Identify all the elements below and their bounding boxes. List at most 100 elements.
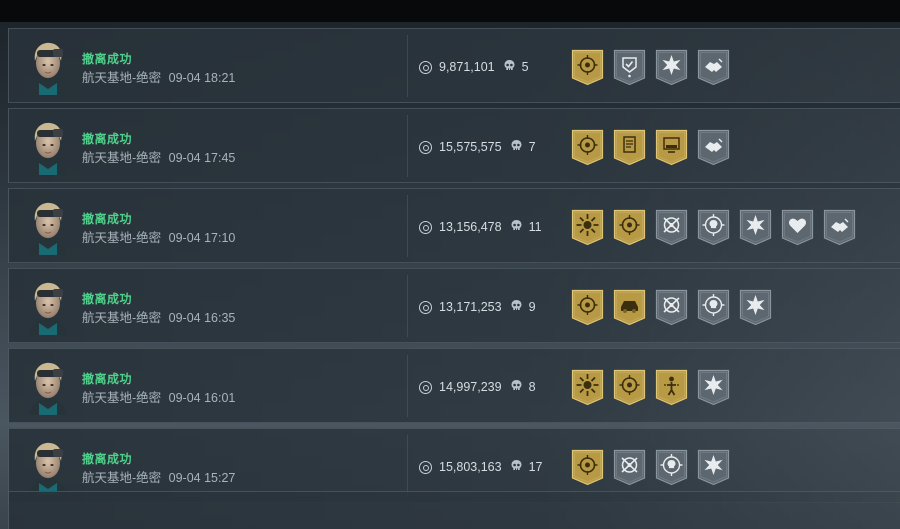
match-time: 09-04 16:01 — [168, 391, 236, 405]
match-meta: 航天基地-绝密 09-04 18:21 — [82, 67, 235, 86]
heart-icon[interactable] — [781, 209, 814, 246]
match-meta: 航天基地-绝密 09-04 17:45 — [82, 147, 235, 166]
operator-avatar — [23, 359, 73, 415]
crosshair-medal-icon[interactable] — [571, 449, 604, 486]
skull-icon — [510, 459, 523, 475]
kill-count: 7 — [528, 140, 536, 154]
operator-portrait-icon — [29, 282, 67, 335]
loot-value: 13,171,253 — [439, 300, 502, 314]
match-row[interactable]: 撤离成功 航天基地-绝密 09-04 16:01 14,997,239 8 — [8, 348, 900, 423]
medal-list — [571, 289, 772, 326]
medal-list — [571, 129, 730, 166]
handshake-icon[interactable] — [823, 209, 856, 246]
operator-portrait-icon — [29, 442, 67, 495]
burst-star-icon[interactable] — [655, 49, 688, 86]
loot-value: 13,156,478 — [439, 220, 502, 234]
match-meta: 航天基地-绝密 09-04 16:35 — [82, 307, 235, 326]
operator-portrait-icon — [29, 362, 67, 415]
row-divider — [407, 275, 408, 337]
map-mode-label: 航天基地-绝密 — [82, 311, 162, 325]
loot-summary: 15,803,163 17 — [419, 459, 542, 475]
row-divider — [407, 115, 408, 177]
match-meta: 航天基地-绝密 09-04 17:10 — [82, 227, 235, 246]
crossed-target-icon[interactable] — [655, 209, 688, 246]
extraction-status: 撤离成功 — [82, 132, 133, 146]
crosshair-medal-icon[interactable] — [571, 49, 604, 86]
operator-avatar — [23, 439, 73, 495]
match-meta: 航天基地-绝密 09-04 15:27 — [82, 467, 235, 486]
burst-star-icon[interactable] — [697, 449, 730, 486]
skull-icon — [510, 379, 523, 395]
operator-avatar — [23, 496, 73, 526]
operator-portrait-icon — [29, 202, 67, 255]
burst-star-icon[interactable] — [739, 289, 772, 326]
sun-burst-icon[interactable] — [571, 209, 604, 246]
row-divider — [407, 195, 408, 257]
operator-avatar — [23, 119, 73, 175]
operator-avatar — [23, 279, 73, 335]
skull-target-icon[interactable] — [655, 449, 688, 486]
skull-target-icon[interactable] — [697, 289, 730, 326]
kill-count: 9 — [528, 300, 536, 314]
loot-summary: 15,575,575 7 — [419, 139, 536, 155]
handshake-icon[interactable] — [697, 129, 730, 166]
match-time: 09-04 16:35 — [168, 311, 236, 325]
kill-count: 8 — [528, 380, 536, 394]
crossed-target-icon[interactable] — [655, 289, 688, 326]
skull-target-icon[interactable] — [697, 209, 730, 246]
kill-count: 5 — [521, 60, 529, 74]
match-time: 09-04 17:10 — [168, 231, 236, 245]
burst-star-icon[interactable] — [697, 369, 730, 406]
currency-icon — [419, 300, 432, 314]
medal-list — [571, 449, 730, 486]
top-bar — [0, 0, 900, 22]
sun-burst-icon[interactable] — [571, 369, 604, 406]
map-mode-label: 航天基地-绝密 — [82, 391, 162, 405]
loot-value: 15,575,575 — [439, 140, 502, 154]
kill-count: 17 — [528, 460, 543, 474]
loot-value: 14,997,239 — [439, 380, 502, 394]
map-mode-label: 航天基地-绝密 — [82, 231, 162, 245]
match-row[interactable]: 撤离成功 航天基地-绝密 09-04 18:21 9,871,101 5 — [8, 28, 900, 103]
operator-avatar — [23, 39, 73, 95]
match-row[interactable]: 撤离成功 航天基地-绝密 09-04 17:45 15,575,575 7 — [8, 108, 900, 183]
crosshair-medal-icon[interactable] — [571, 289, 604, 326]
loot-value: 15,803,163 — [439, 460, 502, 474]
skull-icon — [503, 59, 516, 75]
operator-portrait-icon — [29, 122, 67, 175]
monitor-icon[interactable] — [655, 129, 688, 166]
skull-icon — [510, 139, 523, 155]
row-divider — [407, 355, 408, 417]
extraction-status: 撤离成功 — [82, 52, 133, 66]
operator-avatar — [23, 199, 73, 255]
handshake-icon[interactable] — [697, 49, 730, 86]
crossed-target-icon[interactable] — [613, 449, 646, 486]
vehicle-icon[interactable] — [613, 289, 646, 326]
match-row[interactable]: 撤离成功 航天基地-绝密 09-04 17:10 13,156,478 11 — [8, 188, 900, 263]
match-row[interactable]: 撤离成功 航天基地-绝密 09-04 16:35 13,171,253 9 — [8, 268, 900, 343]
currency-icon — [419, 140, 432, 154]
loot-summary: 13,156,478 11 — [419, 219, 542, 235]
match-time: 09-04 15:27 — [168, 471, 236, 485]
match-time: 09-04 17:45 — [168, 151, 236, 165]
operator-portrait-icon — [29, 42, 67, 95]
extraction-status: 撤离成功 — [82, 372, 133, 386]
medal-list — [571, 209, 856, 246]
currency-icon — [419, 60, 432, 74]
figure-target-icon[interactable] — [655, 369, 688, 406]
loot-summary: 13,171,253 9 — [419, 299, 536, 315]
skull-icon — [510, 219, 523, 235]
extraction-status: 撤离成功 — [82, 452, 133, 466]
extraction-status: 撤离成功 — [82, 212, 133, 226]
currency-icon — [419, 380, 432, 394]
burst-star-icon[interactable] — [739, 209, 772, 246]
crosshair-medal-icon[interactable] — [613, 369, 646, 406]
row-divider — [407, 35, 408, 97]
match-time: 09-04 18:21 — [168, 71, 236, 85]
document-icon[interactable] — [613, 129, 646, 166]
medal-list — [571, 369, 730, 406]
shield-check-icon[interactable] — [613, 49, 646, 86]
crosshair-medal-icon[interactable] — [613, 209, 646, 246]
match-row-partial[interactable] — [8, 491, 900, 529]
crosshair-medal-icon[interactable] — [571, 129, 604, 166]
